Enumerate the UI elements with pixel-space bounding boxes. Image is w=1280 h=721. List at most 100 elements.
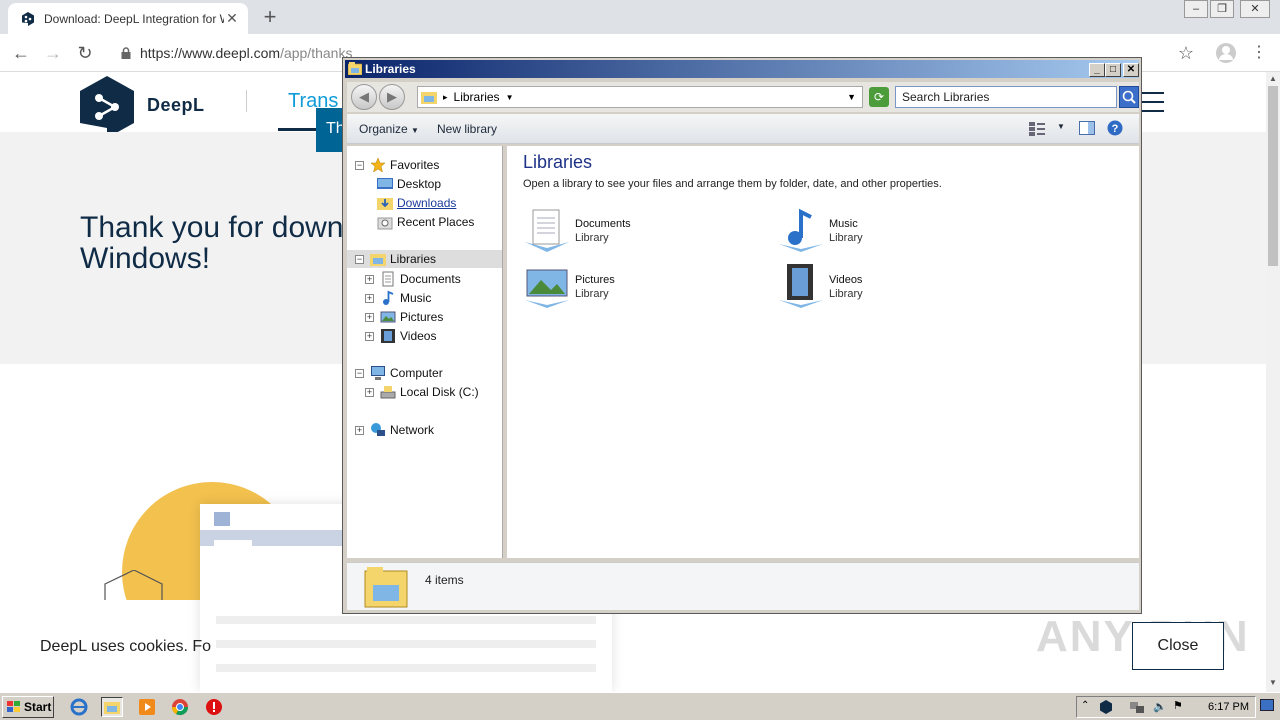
- address-history-dropdown-icon[interactable]: ▼: [847, 92, 856, 102]
- internet-explorer-icon[interactable]: [68, 697, 90, 717]
- search-icon[interactable]: [1119, 86, 1139, 108]
- libraries-icon: [421, 92, 437, 104]
- header-divider: [246, 90, 247, 112]
- reload-icon[interactable]: ↻: [74, 42, 96, 64]
- libraries-large-folder-icon: [364, 567, 408, 608]
- window-maximize-icon[interactable]: □: [1105, 63, 1121, 77]
- taskbar: Start ⌃ 🔈 ⚑ 6:17 PM: [0, 692, 1280, 720]
- nav-videos[interactable]: + Videos: [365, 327, 436, 345]
- window-minimize-icon[interactable]: _: [1089, 63, 1105, 77]
- local-disk-icon: [380, 386, 396, 399]
- collapse-icon[interactable]: −: [355, 254, 364, 264]
- downloads-folder-icon: [377, 198, 393, 210]
- show-desktop-icon[interactable]: [1260, 699, 1274, 711]
- content-subheading: Open a library to see your files and arr…: [523, 178, 942, 190]
- scrollbar-thumb[interactable]: [1268, 86, 1278, 266]
- new-library-button[interactable]: New library: [437, 122, 497, 136]
- explorer-address-bar[interactable]: ▸ Libraries ▼ ▼: [417, 86, 863, 108]
- music-library-icon: [779, 208, 823, 252]
- nav-local-disk[interactable]: + Local Disk (C:): [365, 383, 479, 401]
- browser-close-icon[interactable]: ✕: [1240, 0, 1270, 18]
- start-button[interactable]: Start: [2, 696, 54, 718]
- nav-downloads[interactable]: Downloads: [377, 194, 456, 212]
- collapse-icon[interactable]: −: [355, 160, 364, 170]
- window-title-bar[interactable]: Libraries _ □ ✕: [345, 60, 1139, 78]
- expand-icon[interactable]: +: [365, 274, 374, 284]
- folder-icon: [104, 702, 120, 714]
- tray-expand-icon[interactable]: ⌃: [1081, 700, 1089, 711]
- breadcrumb-arrow-icon[interactable]: ▸: [443, 92, 448, 103]
- system-tray: ⌃ 🔈 ⚑ 6:17 PM: [1076, 696, 1256, 718]
- view-dropdown-icon[interactable]: ▼: [1057, 122, 1065, 131]
- content-pane: Libraries Open a library to see your fil…: [507, 146, 1139, 558]
- tab-strip: Download: DeepL Integration for Wi ✕ + –…: [0, 0, 1280, 34]
- window-close-icon[interactable]: ✕: [1123, 63, 1139, 77]
- view-options-icon[interactable]: [1029, 122, 1045, 136]
- back-icon[interactable]: ←: [10, 42, 32, 64]
- hamburger-menu-icon[interactable]: [1140, 92, 1164, 119]
- page-scrollbar[interactable]: ▲ ▼: [1266, 72, 1280, 692]
- chrome-icon[interactable]: [169, 697, 191, 717]
- volume-icon[interactable]: 🔈: [1153, 700, 1167, 713]
- library-music[interactable]: Music Library: [777, 206, 1007, 258]
- expand-icon[interactable]: +: [365, 331, 374, 341]
- nav-network[interactable]: + Network: [355, 421, 434, 439]
- profile-avatar-icon[interactable]: [1215, 42, 1237, 64]
- collapse-icon[interactable]: −: [355, 368, 364, 378]
- expand-icon[interactable]: +: [355, 425, 364, 435]
- videos-icon: [381, 329, 395, 343]
- nav-desktop[interactable]: Desktop: [377, 175, 441, 193]
- library-documents[interactable]: Documents Library: [523, 206, 753, 258]
- tab-close-icon[interactable]: ✕: [224, 10, 240, 27]
- window-title: Libraries: [365, 62, 416, 76]
- refresh-icon[interactable]: ⟳: [869, 87, 889, 107]
- clock[interactable]: 6:17 PM: [1208, 701, 1249, 713]
- command-bar: Organize ▼ New library ▼ ?: [347, 114, 1139, 144]
- scroll-down-icon[interactable]: ▼: [1269, 678, 1277, 687]
- navigation-pane: − Favorites Desktop Downloads Recent Pla…: [347, 146, 503, 558]
- forward-icon[interactable]: →: [42, 42, 64, 64]
- browser-tab[interactable]: Download: DeepL Integration for Wi ✕: [8, 3, 248, 34]
- preview-pane-icon[interactable]: [1079, 121, 1095, 135]
- cookie-notice-text: DeepL uses cookies. Fo: [40, 638, 212, 655]
- breadcrumb-libraries[interactable]: Libraries: [454, 90, 500, 104]
- minimize-icon[interactable]: –: [1184, 0, 1208, 18]
- help-icon[interactable]: ?: [1107, 120, 1123, 136]
- explorer-back-icon[interactable]: ◀: [351, 84, 377, 110]
- tab-title: Download: DeepL Integration for Wi: [44, 11, 224, 26]
- scroll-up-icon[interactable]: ▲: [1269, 74, 1277, 83]
- explorer-taskbar-button[interactable]: [101, 697, 123, 717]
- nav-computer[interactable]: − Computer: [355, 364, 443, 382]
- menu-dots-icon[interactable]: ⋮: [1248, 42, 1270, 64]
- expand-icon[interactable]: +: [365, 293, 374, 303]
- libraries-icon: [370, 254, 386, 266]
- nav-music[interactable]: + Music: [365, 289, 431, 307]
- expand-icon[interactable]: +: [365, 387, 374, 397]
- library-pictures[interactable]: Pictures Library: [523, 262, 753, 314]
- stop-icon[interactable]: [203, 697, 225, 717]
- documents-library-icon: [525, 209, 569, 252]
- libraries-folder-icon: [348, 62, 362, 75]
- network-icon: [371, 423, 385, 436]
- nav-favorites[interactable]: − Favorites: [355, 156, 439, 174]
- new-tab-icon[interactable]: +: [258, 4, 282, 30]
- nav-documents[interactable]: + Documents: [365, 270, 461, 288]
- restore-icon[interactable]: ❐: [1210, 0, 1234, 18]
- expand-icon[interactable]: +: [365, 312, 374, 322]
- action-center-flag-icon[interactable]: ⚑: [1173, 699, 1183, 712]
- deepl-logo-icon[interactable]: [80, 76, 134, 140]
- media-player-icon[interactable]: [136, 697, 158, 717]
- bookmark-star-icon[interactable]: ☆: [1175, 42, 1197, 64]
- nav-pictures[interactable]: + Pictures: [365, 308, 443, 326]
- breadcrumb-dropdown-icon[interactable]: ▼: [506, 93, 514, 102]
- cookie-close-button[interactable]: Close: [1132, 622, 1224, 670]
- content-heading: Libraries: [523, 152, 593, 172]
- network-tray-icon[interactable]: [1129, 700, 1145, 714]
- nav-recent-places[interactable]: Recent Places: [377, 213, 474, 231]
- nav-libraries[interactable]: − Libraries: [347, 250, 502, 268]
- library-videos[interactable]: Videos Library: [777, 262, 1007, 314]
- search-libraries-input[interactable]: Search Libraries: [895, 86, 1117, 108]
- organize-menu[interactable]: Organize ▼: [359, 122, 419, 136]
- explorer-forward-icon[interactable]: ▶: [379, 84, 405, 110]
- deepl-tray-icon[interactable]: [1099, 700, 1113, 714]
